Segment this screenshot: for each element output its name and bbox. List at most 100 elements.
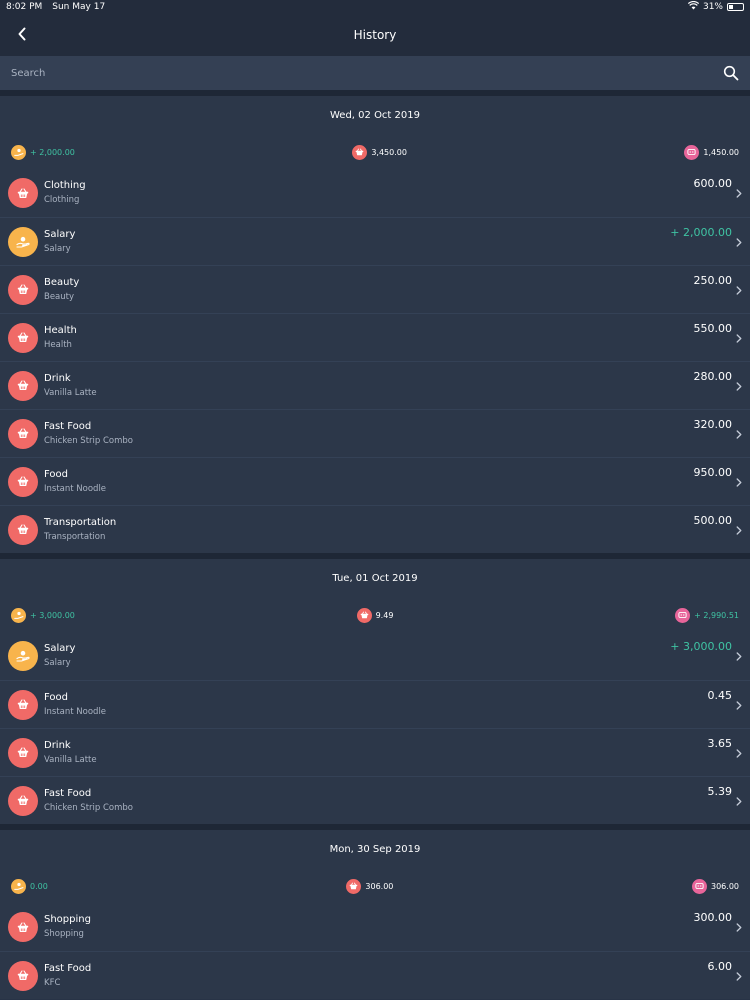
transaction-row[interactable]: Transportation Transportation 500.00	[0, 505, 750, 553]
transaction-row[interactable]: Clothing Clothing 600.00	[0, 169, 750, 217]
transaction-amount: 5.39	[707, 785, 733, 798]
transaction-row[interactable]: Fast Food Chicken Strip Combo 5.39	[0, 776, 750, 824]
transaction-row[interactable]: Fast Food Chicken Strip Combo 320.00	[0, 409, 750, 457]
balance-wallet-icon	[692, 878, 707, 894]
summary-balance-value: + 2,990.51	[694, 610, 739, 620]
chevron-right-icon	[736, 972, 742, 981]
chevron-right-icon	[736, 749, 742, 758]
battery-icon	[727, 3, 744, 11]
summary-expense: 306.00	[346, 878, 394, 894]
transaction-category: Clothing	[44, 180, 86, 191]
expense-basket-icon	[8, 737, 38, 768]
transaction-note: Shopping	[44, 929, 84, 939]
chevron-right-icon	[736, 652, 742, 661]
transaction-text: Drink Vanilla Latte	[44, 739, 742, 767]
transaction-row[interactable]: Food Instant Noodle 0.45	[0, 680, 750, 728]
transaction-amount: 600.00	[693, 177, 733, 190]
transaction-row[interactable]: Beauty Beauty 250.00	[0, 265, 750, 313]
chevron-right-icon	[736, 430, 742, 439]
date-label: Mon, 30 Sep 2019	[329, 844, 421, 855]
transaction-note: Vanilla Latte	[44, 387, 97, 398]
transaction-amount: + 2,000.00	[670, 226, 732, 239]
expense-basket-icon	[356, 607, 372, 623]
transaction-amount: 280.00	[693, 370, 733, 383]
chevron-right-icon	[736, 526, 742, 535]
search-bar	[0, 56, 750, 90]
expense-basket-icon	[8, 178, 38, 208]
chevron-right-icon	[736, 189, 742, 198]
transaction-category: Shopping	[44, 914, 91, 925]
summary-income: 0.00	[11, 878, 48, 894]
day-section: Wed, 02 Oct 2019 + 2,000.00 3,450.00 1,4…	[0, 96, 750, 553]
chevron-right-icon	[736, 382, 742, 391]
transaction-text: Food Instant Noodle	[44, 468, 742, 496]
summary-balance-value: 1,450.00	[703, 147, 739, 157]
expense-basket-icon	[8, 466, 38, 497]
income-hand-icon	[11, 144, 26, 160]
search-icon[interactable]	[723, 65, 739, 81]
transaction-row[interactable]: Fast Food KFC 6.00	[0, 951, 750, 999]
expense-basket-icon	[8, 322, 38, 353]
transaction-note: Vanilla Latte	[44, 754, 97, 765]
income-hand-icon	[11, 878, 26, 894]
search-input[interactable]	[11, 67, 723, 79]
summary-expense-value: 9.49	[375, 610, 394, 620]
summary-expense-value: 306.00	[365, 881, 394, 891]
transaction-row[interactable]: Salary Salary + 3,000.00	[0, 632, 750, 680]
chevron-right-icon	[736, 478, 742, 487]
transaction-note: Clothing	[44, 195, 80, 205]
transaction-list: Salary Salary + 3,000.00 Food Instant No…	[0, 632, 750, 824]
summary-balance: 1,450.00	[684, 144, 739, 160]
transaction-row[interactable]: Drink Vanilla Latte 280.00	[0, 361, 750, 409]
summary-expense: 9.49	[356, 607, 394, 623]
chevron-right-icon	[736, 286, 742, 295]
transaction-category: Drink	[44, 739, 71, 751]
transaction-row[interactable]: Shopping Shopping 300.00	[0, 903, 750, 951]
summary-expense-value: 3,450.00	[371, 147, 407, 157]
transaction-row[interactable]: Health Health 550.00	[0, 313, 750, 361]
back-button[interactable]	[10, 22, 34, 46]
expense-basket-icon	[8, 418, 38, 449]
summary-income-value: + 3,000.00	[30, 610, 75, 620]
transaction-list: Shopping Shopping 300.00 Fast Food KFC 6…	[0, 903, 750, 999]
transaction-amount: 250.00	[693, 274, 733, 287]
page-title: History	[353, 28, 397, 42]
transaction-amount: 550.00	[693, 322, 733, 335]
transaction-text: Shopping Shopping	[44, 913, 742, 941]
transaction-row[interactable]: Drink Vanilla Latte 3.65	[0, 728, 750, 776]
date-label: Wed, 02 Oct 2019	[330, 110, 420, 121]
transaction-note: Salary	[44, 243, 71, 254]
nav-bar: History	[0, 14, 750, 56]
transaction-note: KFC	[44, 977, 61, 988]
transaction-text: Salary Salary	[44, 642, 742, 670]
income-hand-icon	[8, 641, 38, 671]
summary-balance: + 2,990.51	[675, 607, 739, 623]
transaction-category: Fast Food	[44, 962, 92, 974]
transaction-note: Chicken Strip Combo	[44, 802, 133, 813]
transaction-note: Transportation	[44, 531, 106, 542]
summary-expense: 3,450.00	[352, 144, 407, 160]
status-bar: 8:02 PM Sun May 17 31%	[0, 0, 750, 14]
transaction-category: Beauty	[44, 276, 80, 288]
chevron-left-icon	[18, 27, 26, 41]
expense-basket-icon	[8, 960, 38, 991]
day-summary: + 2,000.00 3,450.00 1,450.00	[0, 135, 750, 169]
transaction-note: Salary	[44, 658, 71, 668]
summary-income: + 3,000.00	[11, 607, 75, 623]
transaction-list: Clothing Clothing 600.00 Salary Salary +…	[0, 169, 750, 553]
transaction-text: Beauty Beauty	[44, 276, 742, 304]
transaction-note: Beauty	[44, 291, 75, 302]
date-header: Wed, 02 Oct 2019	[0, 96, 750, 135]
chevron-right-icon	[736, 238, 742, 247]
transaction-note: Instant Noodle	[44, 483, 107, 494]
transaction-text: Clothing Clothing	[44, 179, 742, 207]
transaction-row[interactable]: Salary Salary + 2,000.00	[0, 217, 750, 265]
transaction-amount: 500.00	[693, 514, 733, 527]
transaction-category: Transportation	[44, 516, 117, 528]
transaction-category: Fast Food	[44, 787, 92, 799]
transaction-amount: 320.00	[693, 418, 733, 431]
summary-balance: 306.00	[692, 878, 739, 894]
transaction-amount: + 3,000.00	[670, 640, 732, 653]
transaction-row[interactable]: Food Instant Noodle 950.00	[0, 457, 750, 505]
expense-basket-icon	[8, 274, 38, 305]
